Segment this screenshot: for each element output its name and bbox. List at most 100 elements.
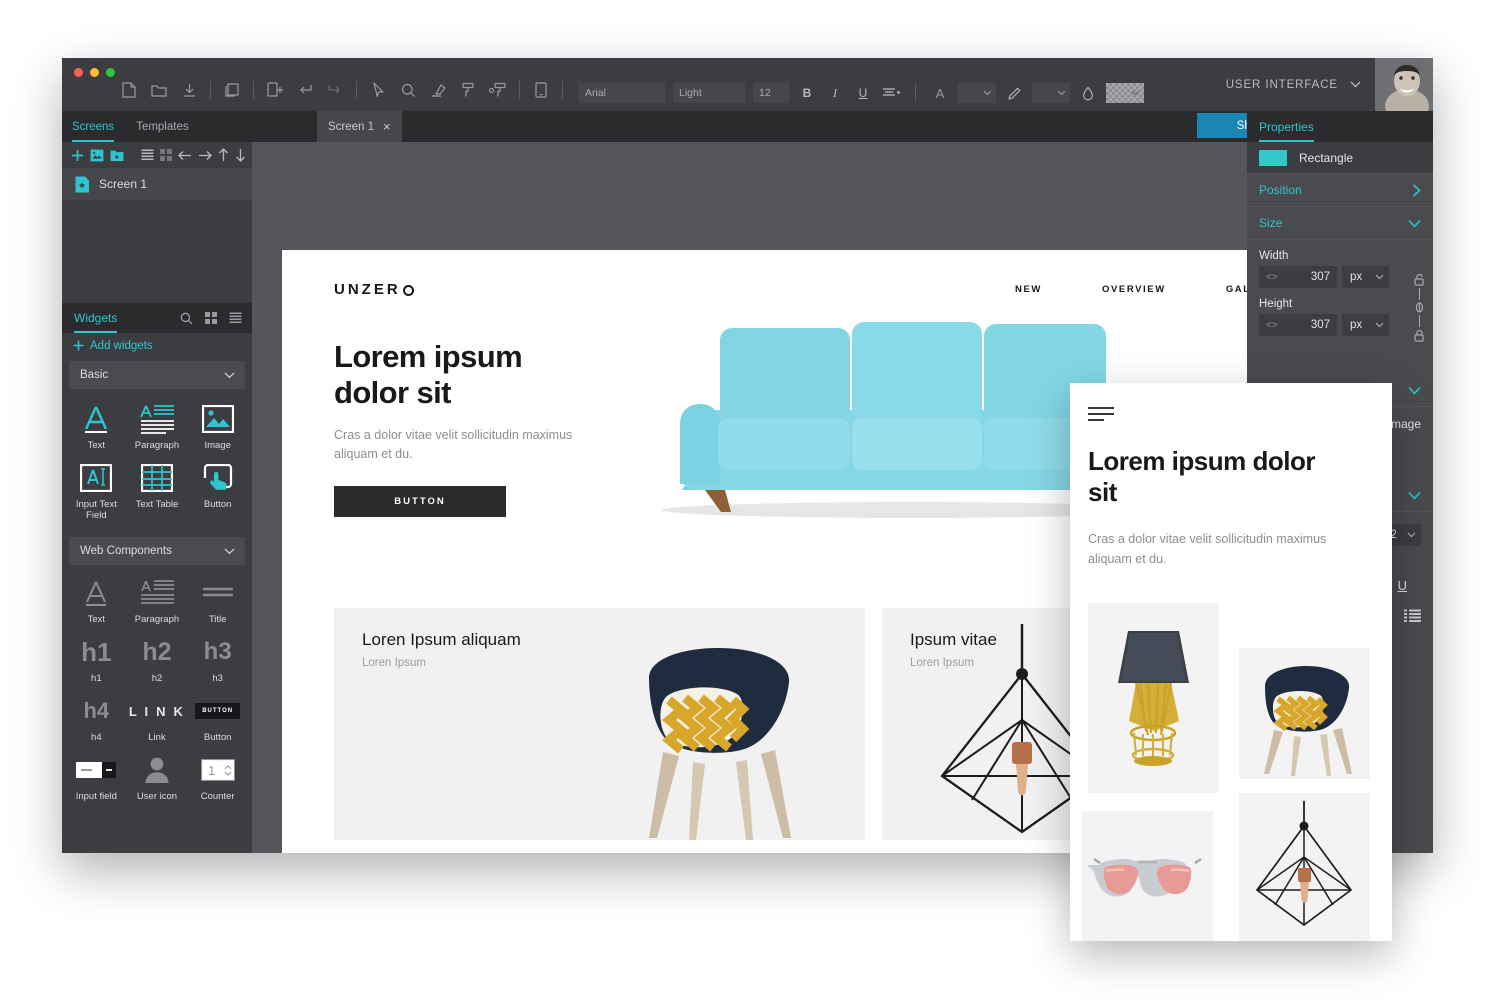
h3-icon: h3 bbox=[203, 638, 232, 665]
hero-cta-button[interactable]: BUTTON bbox=[334, 486, 506, 517]
fill-settings-icon[interactable] bbox=[483, 77, 513, 103]
tab-templates[interactable]: Templates bbox=[136, 111, 188, 142]
selected-object[interactable]: Rectangle bbox=[1247, 142, 1433, 174]
section-size[interactable]: Size bbox=[1247, 207, 1433, 240]
hamburger-icon[interactable] bbox=[1088, 406, 1118, 422]
widget-image[interactable]: Image bbox=[187, 397, 248, 456]
component-counter[interactable]: 1 Counter bbox=[187, 748, 248, 807]
height-input[interactable]: <> 307 bbox=[1259, 314, 1337, 336]
component-user-icon[interactable]: User icon bbox=[127, 748, 188, 807]
component-title[interactable]: Title bbox=[187, 571, 248, 630]
pattern-fill-swatch[interactable] bbox=[1106, 83, 1144, 103]
duplicate-icon[interactable] bbox=[217, 77, 247, 103]
component-h4[interactable]: h4 h4 bbox=[66, 689, 127, 748]
overlay-tile-chair[interactable] bbox=[1239, 648, 1370, 779]
component-paragraph[interactable]: Paragraph bbox=[127, 571, 188, 630]
component-input-field[interactable]: Input field bbox=[66, 748, 127, 807]
font-family-input[interactable]: Arial bbox=[579, 83, 665, 103]
font-weight-input[interactable]: Light bbox=[673, 83, 745, 103]
move-up-icon[interactable] bbox=[218, 148, 229, 162]
width-unit-select[interactable]: px bbox=[1342, 266, 1389, 288]
add-image-icon[interactable] bbox=[90, 149, 104, 162]
widget-group-basic[interactable]: Basic bbox=[69, 361, 245, 389]
opacity-drop-icon[interactable] bbox=[1078, 83, 1098, 103]
tab-screens[interactable]: Screens bbox=[72, 111, 114, 142]
text-color-swatch[interactable] bbox=[958, 83, 996, 103]
list-item[interactable]: Screen 1 bbox=[62, 168, 252, 200]
list-view-icon[interactable] bbox=[141, 149, 154, 161]
widget-input-text-field[interactable]: Input Text Field bbox=[66, 456, 127, 526]
pencil-icon[interactable] bbox=[1004, 83, 1024, 103]
widget-text-table[interactable]: Text Table bbox=[127, 456, 188, 526]
text-color-button[interactable]: A bbox=[930, 83, 950, 103]
component-button[interactable]: BUTTON Button bbox=[187, 689, 248, 748]
underline-button[interactable]: U bbox=[1398, 578, 1407, 593]
nav-link-new[interactable]: NEW bbox=[1015, 284, 1042, 295]
nav-link-overview[interactable]: OVERVIEW bbox=[1102, 284, 1166, 295]
widget-button[interactable]: Button bbox=[187, 456, 248, 526]
close-button[interactable] bbox=[74, 68, 83, 77]
redo-icon[interactable] bbox=[320, 77, 350, 103]
mobile-preview-overlay[interactable]: Lorem ipsum dolor sit Cras a dolor vitae… bbox=[1070, 383, 1392, 941]
component-label: Paragraph bbox=[134, 614, 180, 625]
list-view-icon[interactable] bbox=[229, 312, 242, 324]
widget-grid-web-components: Text Paragraph Title h1 h1 h2 h2 h3 h3 h… bbox=[62, 565, 252, 813]
card[interactable]: Loren Ipsum aliquam Loren Ipsum bbox=[334, 608, 865, 840]
eraser-icon[interactable] bbox=[423, 77, 453, 103]
download-icon[interactable] bbox=[174, 77, 204, 103]
zoom-icon[interactable] bbox=[393, 77, 423, 103]
undo-icon[interactable] bbox=[290, 77, 320, 103]
underline-button[interactable]: U bbox=[853, 83, 873, 103]
fill-icon[interactable] bbox=[453, 77, 483, 103]
bold-button[interactable]: B bbox=[797, 83, 817, 103]
width-unit-value: px bbox=[1350, 271, 1363, 283]
add-screen-icon[interactable] bbox=[260, 77, 290, 103]
move-left-icon[interactable] bbox=[178, 150, 192, 161]
object-color-swatch[interactable] bbox=[1259, 149, 1287, 166]
width-input[interactable]: <> 307 bbox=[1259, 266, 1337, 288]
cursor-icon[interactable] bbox=[363, 77, 393, 103]
close-icon[interactable]: × bbox=[383, 119, 391, 134]
move-down-icon[interactable] bbox=[235, 148, 246, 162]
open-folder-icon[interactable] bbox=[144, 77, 174, 103]
overlay-tile-pendant[interactable] bbox=[1239, 793, 1370, 941]
overlay-tile-lamp[interactable] bbox=[1088, 603, 1219, 793]
device-icon[interactable] bbox=[526, 77, 556, 103]
widget-text[interactable]: Text bbox=[66, 397, 127, 456]
component-h2[interactable]: h2 h2 bbox=[127, 630, 188, 689]
tab-screen-1[interactable]: Screen 1 × bbox=[317, 111, 402, 142]
overlay-tile-sunglasses[interactable] bbox=[1082, 811, 1213, 941]
height-unit-select[interactable]: px bbox=[1342, 314, 1389, 336]
aspect-ratio-lock[interactable] bbox=[1411, 273, 1427, 342]
component-link[interactable]: L I N K Link bbox=[127, 689, 188, 748]
h4-icon: h4 bbox=[83, 698, 110, 723]
grid-view-icon[interactable] bbox=[160, 149, 172, 161]
minimize-button[interactable] bbox=[90, 68, 99, 77]
component-h1[interactable]: h1 h1 bbox=[66, 630, 127, 689]
widget-group-web-components[interactable]: Web Components bbox=[69, 537, 245, 565]
italic-button[interactable]: I bbox=[825, 83, 845, 103]
bullet-list-icon[interactable] bbox=[1404, 609, 1421, 622]
search-icon[interactable] bbox=[180, 312, 193, 325]
new-file-icon[interactable] bbox=[114, 77, 144, 103]
widget-paragraph[interactable]: Paragraph bbox=[127, 397, 188, 456]
component-h3[interactable]: h3 h3 bbox=[187, 630, 248, 689]
grid-view-icon[interactable] bbox=[205, 312, 217, 324]
table-widget-icon bbox=[140, 460, 173, 496]
stroke-color-swatch[interactable] bbox=[1032, 83, 1070, 103]
window-controls[interactable] bbox=[74, 68, 115, 77]
avatar[interactable] bbox=[1375, 58, 1433, 111]
section-position[interactable]: Position bbox=[1247, 174, 1433, 207]
chevron-down-icon bbox=[224, 548, 235, 554]
add-icon[interactable] bbox=[71, 149, 84, 162]
user-interface-dropdown[interactable]: USER INTERFACE bbox=[1212, 58, 1375, 111]
component-label: h2 bbox=[151, 673, 163, 684]
chevron-down-icon bbox=[1407, 532, 1416, 538]
add-widgets-button[interactable]: Add widgets bbox=[62, 333, 252, 358]
align-button[interactable] bbox=[881, 83, 901, 103]
maximize-button[interactable] bbox=[106, 68, 115, 77]
component-text[interactable]: Text bbox=[66, 571, 127, 630]
font-size-input[interactable]: 12 bbox=[753, 83, 789, 103]
move-right-icon[interactable] bbox=[198, 150, 212, 161]
add-folder-icon[interactable] bbox=[110, 149, 124, 162]
